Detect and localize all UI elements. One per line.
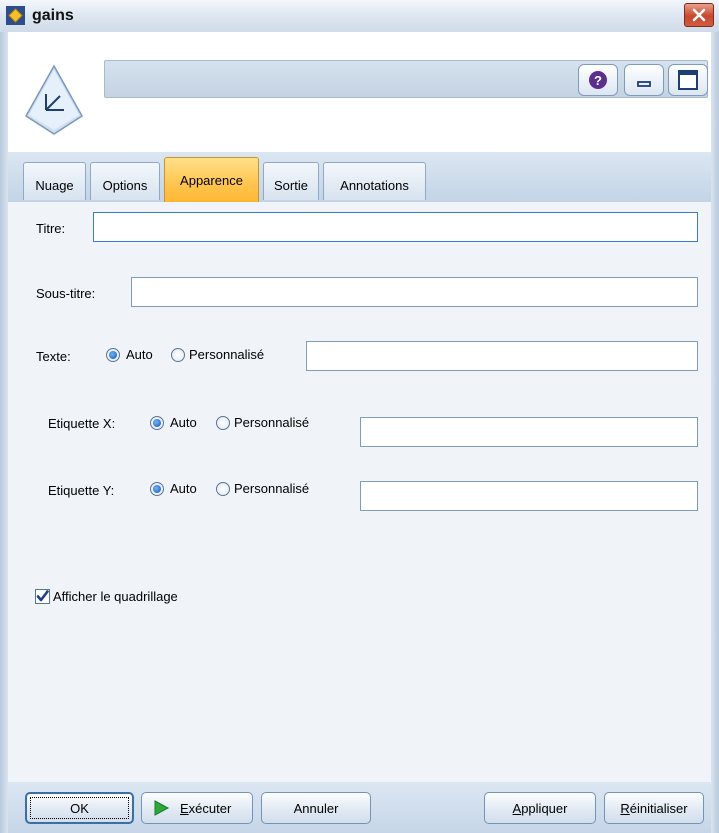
xlabel-auto-label[interactable]: Auto [170,415,197,430]
maximize-icon [678,70,698,90]
tab-apparence[interactable]: Apparence [164,157,259,203]
apply-label: Appliquer [513,801,568,816]
subtitle-label: Sous-titre: [36,286,96,301]
reset-label-rest: éinitialiser [629,800,688,816]
close-icon [692,8,706,22]
ylabel-auto-radio[interactable] [150,482,164,496]
xlabel-label: Etiquette X: [48,416,116,431]
reset-mnemonic: R [620,800,630,816]
text-custom-label[interactable]: Personnalisé [189,347,264,362]
text-auto-radio[interactable] [106,348,120,362]
apply-label-rest: ppliquer [521,800,568,816]
tab-nuage[interactable]: Nuage [23,162,86,200]
ok-button[interactable]: OK [25,792,134,824]
xlabel-custom-label[interactable]: Personnalisé [234,415,309,430]
text-label: Texte: [36,349,71,364]
app-diamond-icon [6,6,25,25]
grid-label[interactable]: Afficher le quadrillage [53,589,178,604]
tab-sortie[interactable]: Sortie [263,162,319,200]
xlabel-auto-radio[interactable] [150,416,164,430]
xlabel-custom-field[interactable] [360,417,698,447]
tab-options[interactable]: Options [90,162,160,200]
text-auto-label[interactable]: Auto [126,347,153,362]
ylabel-label: Etiquette Y: [48,483,115,498]
ylabel-custom-radio[interactable] [216,482,230,496]
window-titlebar [0,0,719,33]
window-frame-left [0,32,8,833]
grid-checkbox[interactable] [35,589,50,604]
apply-button[interactable]: Appliquer [484,792,596,824]
minimize-icon [637,81,651,87]
checkmark-icon [36,590,49,602]
run-label-rest: xécuter [188,800,232,816]
cancel-button[interactable]: Annuler [261,792,371,824]
minimize-button[interactable] [624,64,664,96]
ylabel-custom-field[interactable] [360,481,698,511]
reset-button[interactable]: Réinitialiser [604,792,704,824]
xlabel-custom-radio[interactable] [216,416,230,430]
play-icon [154,800,170,816]
reset-label: Réinitialiser [620,801,687,816]
focus-ring [30,797,129,819]
svg-text:?: ? [594,73,602,88]
run-button[interactable]: Exécuter [141,792,253,824]
help-button[interactable]: ? [578,64,618,96]
window-title: gains [32,7,74,24]
maximize-button[interactable] [668,64,708,96]
ylabel-auto-label[interactable]: Auto [170,481,197,496]
text-custom-radio[interactable] [171,348,185,362]
cancel-label: Annuler [293,800,339,816]
plot-node-icon [25,64,83,135]
text-custom-field[interactable] [306,341,698,371]
window-frame-right [711,32,719,833]
help-icon: ? [589,71,607,89]
title-label: Titre: [36,221,66,236]
run-mnemonic: E [180,800,189,816]
title-field[interactable] [93,212,698,242]
subtitle-field[interactable] [131,277,698,307]
apply-mnemonic: A [512,800,522,816]
ylabel-custom-label[interactable]: Personnalisé [234,481,309,496]
tab-annotations[interactable]: Annotations [323,162,426,200]
run-label: Exécuter [180,801,231,816]
close-button[interactable] [684,3,714,27]
